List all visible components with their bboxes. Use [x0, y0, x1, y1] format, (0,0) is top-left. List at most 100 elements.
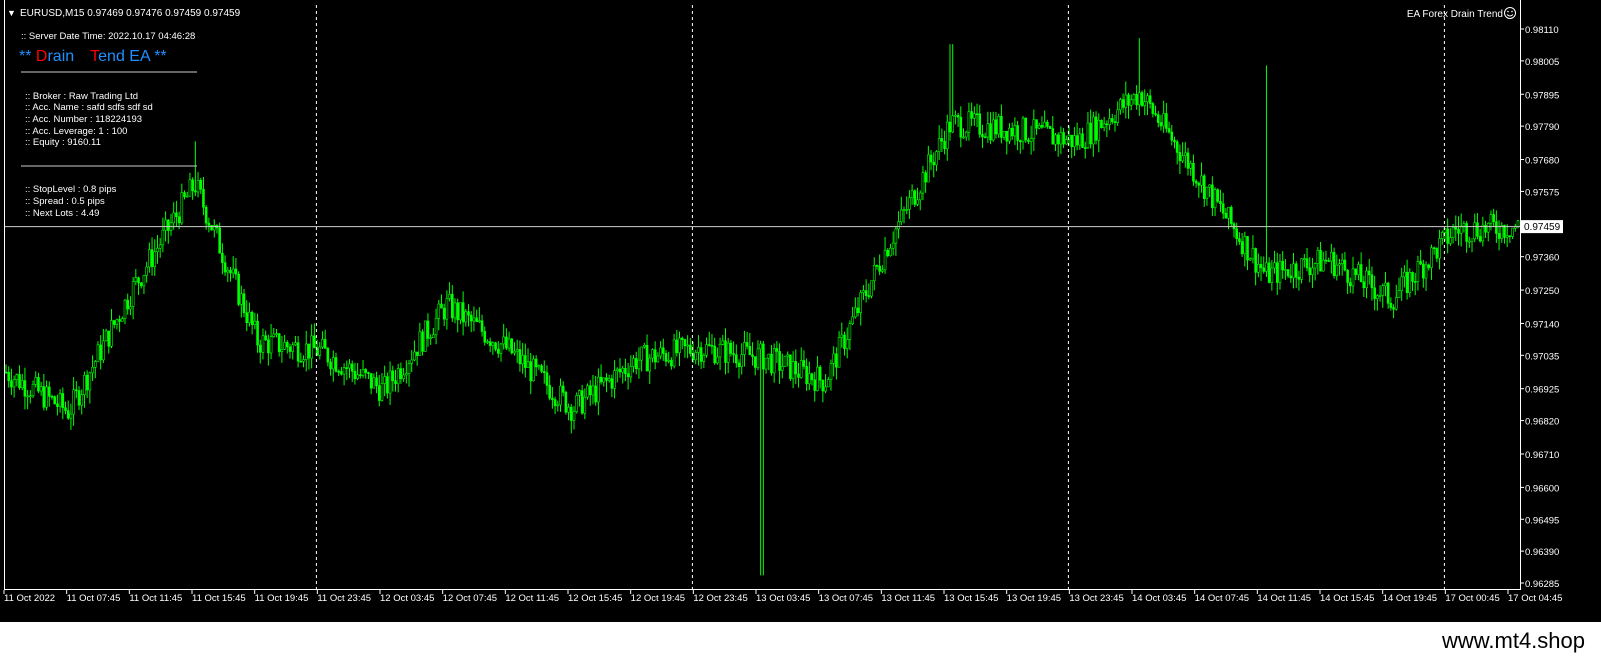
candle-body	[286, 342, 289, 348]
candle-body	[1357, 264, 1360, 275]
candle-body	[275, 333, 278, 336]
candle-body	[1075, 135, 1079, 146]
candle-body	[356, 374, 359, 380]
candle-body	[388, 370, 392, 394]
candle-body	[1405, 271, 1409, 293]
candle-body	[762, 343, 765, 370]
chart-window[interactable]: 0.98110 0.98005 0.97895 0.97790 0.97680 0.975…	[0, 0, 1601, 660]
candle-body	[729, 342, 733, 354]
candle-body	[1162, 113, 1165, 127]
candle-body	[951, 115, 954, 133]
candle-body	[499, 343, 503, 354]
candle-body	[667, 359, 670, 362]
candle-body	[1148, 95, 1152, 104]
candle-body	[721, 340, 725, 345]
candle-body	[64, 407, 67, 411]
candle-body	[415, 351, 419, 356]
candle-body	[194, 190, 197, 193]
x-tick-label: 17 Oct 04:45	[1508, 593, 1562, 604]
candle-body	[1275, 262, 1279, 283]
candle-body	[1229, 206, 1233, 225]
candle-body	[1146, 95, 1149, 103]
candle-body	[242, 293, 246, 314]
candle-body	[1400, 276, 1403, 291]
candle-body	[1089, 122, 1092, 145]
candle-body	[816, 366, 819, 391]
candle-body	[840, 334, 844, 338]
candle-body	[1297, 276, 1301, 280]
candle-body	[210, 225, 213, 231]
broker-info: :: Broker : Raw Trading Ltd	[25, 91, 138, 102]
candle-body	[943, 140, 946, 150]
candle-body	[1202, 175, 1206, 199]
candle-body	[548, 385, 551, 399]
candle-body	[551, 397, 554, 400]
time-axis[interactable]: 11 Oct 2022 11 Oct 07:45 11 Oct 11:45 11 Oc…	[3, 590, 1562, 604]
candle-body	[1327, 260, 1330, 262]
candle-body	[353, 370, 357, 380]
candle-body	[786, 354, 789, 357]
candle-body	[505, 336, 508, 349]
candle-body	[653, 349, 657, 363]
candle-body	[507, 338, 511, 349]
candle-body	[661, 347, 665, 354]
candle-body	[1397, 290, 1401, 298]
y-tick-label: 0.97895	[1525, 90, 1559, 101]
candle-body	[1370, 274, 1374, 289]
ea-title-rest: end EA **	[98, 48, 167, 65]
candle-body	[1367, 270, 1371, 276]
candle-body	[137, 277, 140, 284]
candle-body	[421, 331, 424, 352]
candle-body	[878, 265, 881, 272]
y-tick-label: 0.97680	[1525, 156, 1559, 167]
price-chart[interactable]: 0.98110 0.98005 0.97895 0.97790 0.97680 0.975…	[0, 0, 1601, 622]
y-tick-label: 0.96925	[1525, 385, 1559, 396]
y-tick-label: 0.98110	[1525, 25, 1559, 36]
candle-body	[645, 345, 649, 372]
candle-body	[121, 318, 124, 322]
candle-body	[845, 339, 849, 349]
candle-body	[699, 347, 703, 362]
candle-body	[553, 399, 557, 406]
candle-body	[772, 348, 776, 374]
candle-body	[442, 307, 446, 320]
candle-body	[634, 358, 638, 370]
x-tick-label: 11 Oct 19:45	[255, 593, 309, 604]
candle-body	[1351, 268, 1355, 287]
candle-body	[456, 302, 460, 321]
candle-body	[1394, 297, 1398, 310]
candle-body	[488, 341, 492, 346]
candle-body	[559, 385, 562, 406]
candle-body	[929, 154, 933, 163]
candle-body	[1286, 269, 1290, 277]
candle-body	[1392, 307, 1395, 310]
candle-body	[199, 180, 203, 190]
server-time: :: Server Date Time: 2022.10.17 04:46:28	[21, 31, 195, 42]
acc-name-info: :: Acc. Name : safd sdfs sdf sd	[25, 102, 153, 113]
candle-body	[166, 219, 170, 231]
candle-body	[380, 383, 384, 401]
candle-body	[970, 111, 973, 119]
candle-body	[367, 372, 370, 374]
candle-body	[153, 251, 157, 267]
candle-body	[191, 179, 194, 192]
candle-body	[1192, 163, 1195, 182]
candle-body	[31, 383, 35, 397]
candle-body	[1427, 264, 1431, 268]
candle-body	[986, 123, 990, 138]
menu-arrow-icon[interactable]: ▼	[7, 8, 16, 18]
candle-body	[461, 302, 465, 323]
candle-body	[686, 344, 689, 347]
candle-body	[1254, 248, 1257, 273]
candle-body	[359, 374, 362, 377]
candle-body	[1159, 122, 1163, 127]
candle-body	[1043, 121, 1046, 128]
symbol-info: EURUSD,M15 0.97469 0.97476 0.97459 0.974…	[20, 8, 241, 19]
candle-body	[1013, 125, 1017, 137]
x-tick-label: 12 Oct 23:45	[693, 593, 747, 604]
candle-body	[77, 390, 81, 406]
candle-body	[1389, 302, 1393, 308]
candle-body	[491, 342, 495, 346]
candle-body	[556, 404, 560, 407]
candle-body	[323, 339, 327, 349]
